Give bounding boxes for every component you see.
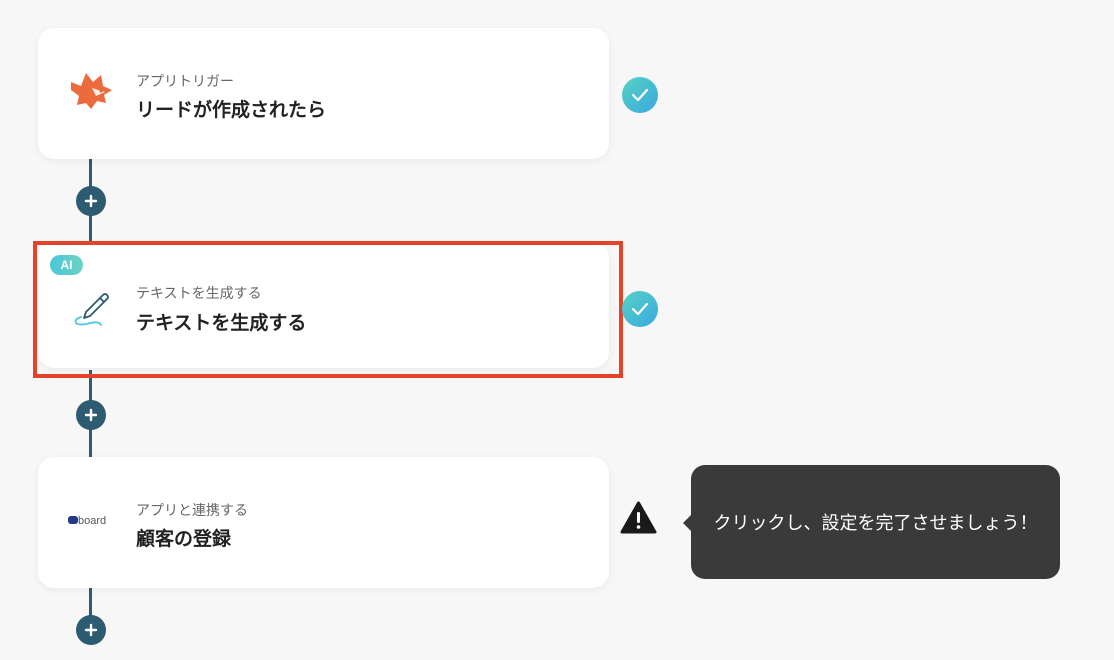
checkmark-icon: [622, 77, 658, 113]
pen-icon: [68, 284, 114, 330]
ai-badge: AI: [50, 255, 83, 275]
board-logo: board: [66, 497, 116, 543]
add-step-button[interactable]: [76, 400, 106, 430]
warning-icon: [620, 501, 657, 535]
step-card-app-action[interactable]: board アプリと連携する 顧客の登録: [38, 457, 609, 588]
plus-icon: [84, 623, 98, 637]
step-title: リードが作成されたら: [136, 99, 327, 121]
step-subtitle: アプリと連携する: [136, 503, 248, 519]
fox-app-icon: [68, 68, 114, 114]
step-subtitle: テキストを生成する: [136, 286, 262, 302]
checkmark-icon: [622, 291, 658, 327]
plus-icon: [84, 194, 98, 208]
step-title: テキストを生成する: [136, 312, 307, 334]
step-subtitle: アプリトリガー: [136, 74, 234, 90]
step-card-trigger[interactable]: アプリトリガー リードが作成されたら: [38, 28, 609, 159]
step-title: 顧客の登録: [136, 528, 232, 550]
tooltip-text: クリックし、設定を完了させましょう！: [713, 513, 1038, 534]
svg-text:board: board: [78, 515, 106, 527]
plus-icon: [84, 408, 98, 422]
add-step-button[interactable]: [76, 615, 106, 645]
setup-tooltip: クリックし、設定を完了させましょう！: [691, 465, 1060, 579]
step-card-ai-text[interactable]: AI テキストを生成する テキストを生成する: [38, 242, 609, 368]
add-step-button[interactable]: [76, 186, 106, 216]
